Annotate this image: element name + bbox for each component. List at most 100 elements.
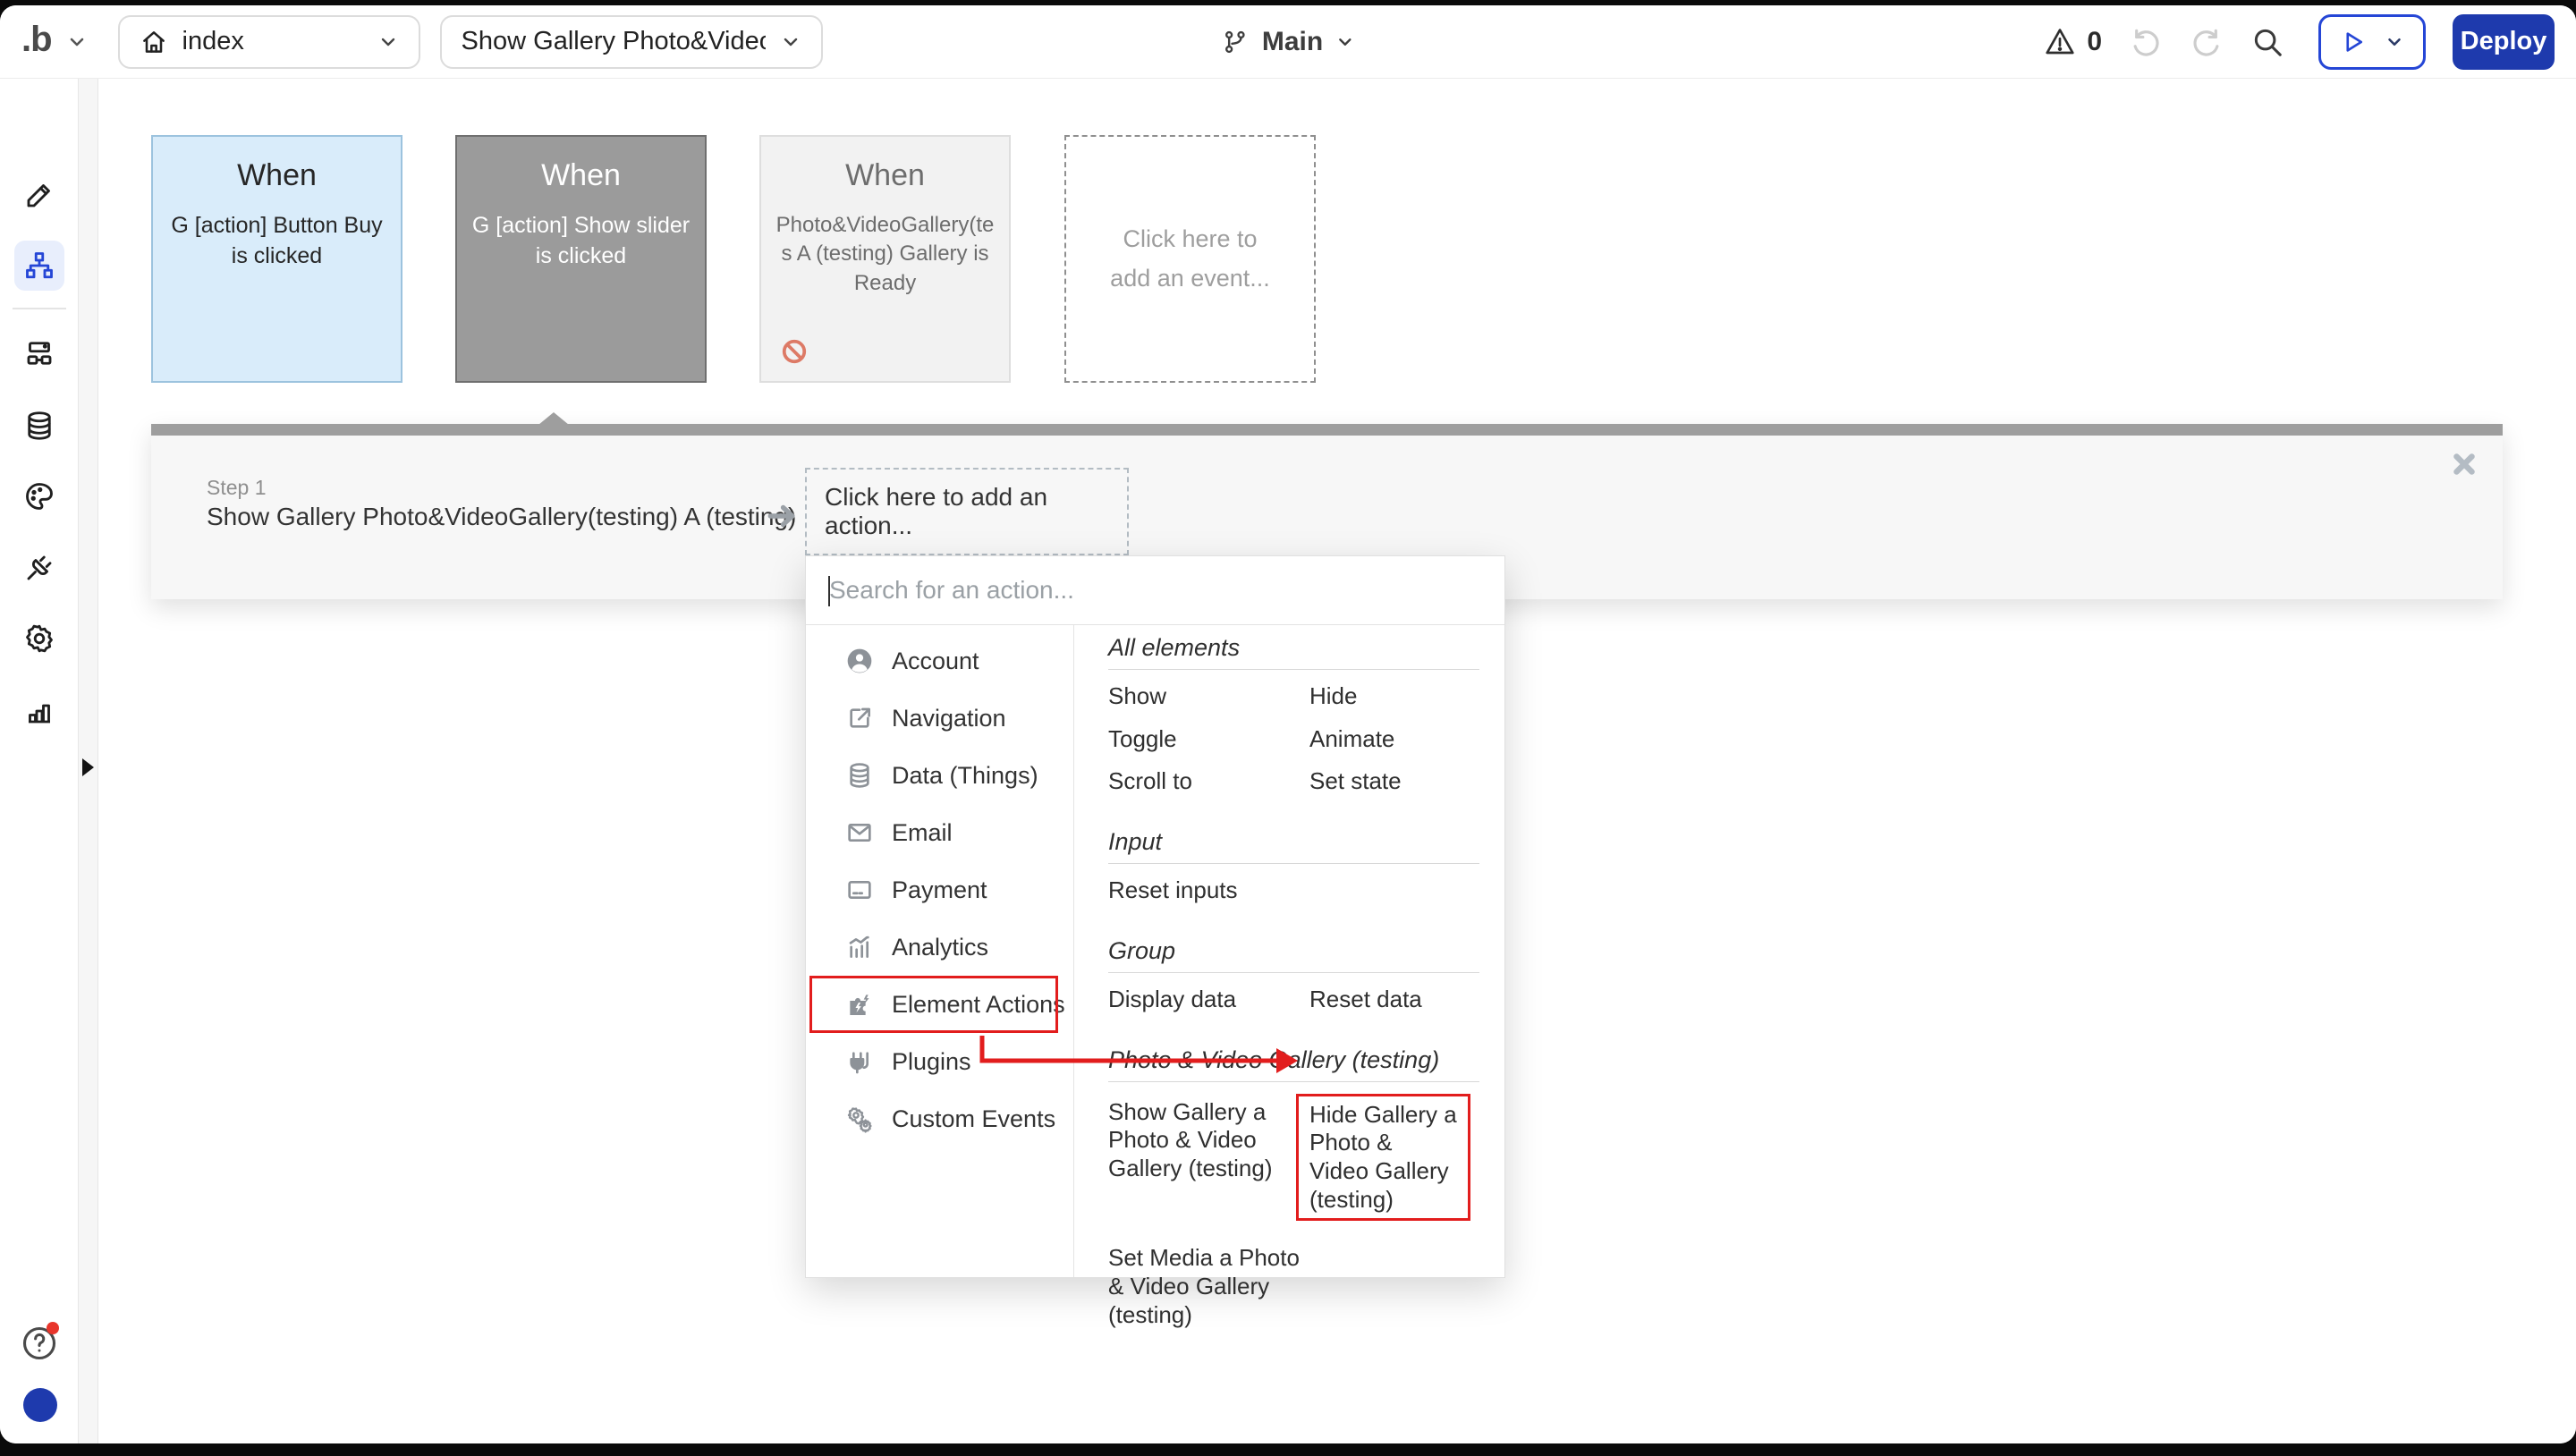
undo-icon — [2129, 25, 2163, 59]
add-event-placeholder: Click here to add an event... — [1077, 220, 1303, 297]
navigation-icon — [845, 704, 874, 732]
expand-panel-handle[interactable] — [82, 758, 94, 776]
event-subtitle: G [action] Show slider is clicked — [468, 211, 694, 272]
action-picker-dropdown: Account Navigation Data (Things) Em — [805, 555, 1505, 1278]
action-show[interactable]: Show — [1108, 675, 1309, 718]
action-toggle[interactable]: Toggle — [1108, 718, 1309, 761]
workflow-icon — [23, 250, 55, 282]
database-icon — [23, 410, 55, 442]
undo-button[interactable] — [2129, 25, 2163, 59]
sidebar-item-design[interactable] — [14, 170, 64, 220]
event-title: When — [772, 158, 998, 193]
action-hide[interactable]: Hide — [1309, 675, 1479, 718]
category-email[interactable]: Email — [806, 804, 1073, 861]
category-navigation[interactable]: Navigation — [806, 690, 1073, 747]
sidebar-item-plugins[interactable] — [14, 543, 64, 593]
category-label: Analytics — [892, 934, 988, 961]
action-scroll-to[interactable]: Scroll to — [1108, 760, 1309, 803]
bubble-logo-menu[interactable]: .b — [21, 21, 88, 63]
chevron-down-icon — [377, 31, 399, 53]
action-set-state[interactable]: Set state — [1309, 760, 1479, 803]
category-label: Navigation — [892, 705, 1006, 732]
step-title: Show Gallery Photo&VideoGallery(testing)… — [207, 503, 796, 531]
user-avatar[interactable] — [23, 1388, 57, 1422]
redo-icon — [2190, 25, 2224, 59]
category-data-things[interactable]: Data (Things) — [806, 747, 1073, 804]
sidebar-item-logs[interactable] — [14, 686, 64, 736]
event-title: When — [164, 158, 390, 193]
event-subtitle: Photo&VideoGallery(tes A (testing) Galle… — [772, 211, 998, 298]
page-selector-value: index — [182, 27, 363, 56]
sidebar-item-styles[interactable] — [14, 471, 64, 521]
database-icon — [845, 761, 874, 790]
bar-chart-icon — [23, 695, 55, 727]
issues-count: 0 — [2087, 27, 2102, 57]
action-reset-inputs[interactable]: Reset inputs — [1108, 869, 1309, 912]
category-account[interactable]: Account — [806, 632, 1073, 690]
action-display-data[interactable]: Display data — [1108, 978, 1309, 1021]
left-sidebar — [0, 79, 79, 1443]
sidebar-item-components[interactable] — [14, 328, 64, 378]
branch-icon — [1221, 28, 1250, 56]
section-header: All elements — [1108, 631, 1479, 670]
account-icon — [845, 647, 874, 675]
event-card[interactable]: When Photo&VideoGallery(tes A (testing) … — [759, 135, 1011, 383]
event-subtitle: G [action] Button Buy is clicked — [164, 211, 390, 272]
add-action-slot[interactable]: Click here to add an action... — [805, 468, 1129, 555]
gears-icon — [845, 1105, 874, 1133]
deploy-button[interactable]: Deploy — [2453, 14, 2555, 70]
category-plugins[interactable]: Plugins — [806, 1033, 1073, 1090]
action-show-gallery[interactable]: Show Gallery a Photo & Video Gallery (te… — [1108, 1091, 1309, 1229]
action-search-input[interactable] — [806, 556, 1504, 624]
category-analytics[interactable]: Analytics — [806, 918, 1073, 976]
page-selector[interactable]: index — [118, 15, 420, 69]
category-label: Account — [892, 648, 979, 675]
chevron-down-icon — [66, 31, 88, 53]
panel-pointer — [538, 412, 569, 425]
components-icon — [23, 337, 55, 369]
bubble-logo: .b — [21, 21, 52, 63]
category-label: Plugins — [892, 1048, 971, 1076]
prohibited-icon — [781, 338, 808, 365]
preview-button[interactable] — [2318, 14, 2426, 70]
add-action-placeholder: Click here to add an action... — [825, 483, 1127, 540]
section-header: Input — [1108, 825, 1479, 864]
sidebar-item-workflow[interactable] — [14, 241, 64, 291]
action-reset-data[interactable]: Reset data — [1309, 978, 1479, 1021]
action-hide-gallery[interactable]: Hide Gallery a Photo & Video Gallery (te… — [1309, 1091, 1479, 1229]
notification-dot — [47, 1322, 59, 1334]
redo-button[interactable] — [2190, 25, 2224, 59]
panel-top-bar — [151, 424, 2503, 436]
search-button[interactable] — [2250, 25, 2284, 59]
sidebar-item-settings[interactable] — [14, 614, 64, 664]
gear-icon — [23, 622, 55, 655]
action-animate[interactable]: Animate — [1309, 718, 1479, 761]
category-payment[interactable]: Payment — [806, 861, 1073, 918]
plug-icon — [23, 552, 55, 584]
workflow-canvas: When G [action] Button Buy is clicked Wh… — [98, 79, 2576, 1443]
category-label: Element Actions — [892, 991, 1065, 1019]
category-custom-events[interactable]: Custom Events — [806, 1090, 1073, 1147]
event-card[interactable]: When G [action] Button Buy is clicked — [151, 135, 402, 383]
help-button[interactable] — [14, 1318, 64, 1368]
email-icon — [845, 818, 874, 847]
action-set-media[interactable]: Set Media a Photo & Video Gallery (testi… — [1108, 1237, 1309, 1336]
event-card-selected[interactable]: When G [action] Show slider is clicked — [455, 135, 707, 383]
home-icon — [140, 28, 168, 56]
plug-icon — [845, 1047, 874, 1076]
chevron-down-icon — [2385, 32, 2404, 52]
add-event-card[interactable]: Click here to add an event... — [1064, 135, 1316, 383]
branch-selector[interactable]: Main — [1221, 27, 1355, 57]
category-element-actions[interactable]: Element Actions — [806, 976, 1073, 1033]
sidebar-item-data[interactable] — [14, 401, 64, 451]
issues-indicator[interactable]: 0 — [2044, 26, 2102, 58]
arrow-right-icon — [765, 499, 799, 533]
close-panel-button[interactable] — [2449, 449, 2479, 479]
event-title: When — [468, 158, 694, 193]
section-header: Photo & Video Gallery (testing) — [1108, 1043, 1479, 1082]
analytics-icon — [845, 933, 874, 961]
panel-gutter — [79, 79, 98, 1443]
category-label: Data (Things) — [892, 762, 1038, 790]
play-icon — [2340, 29, 2367, 55]
workflow-event-selector[interactable]: Show Gallery Photo&Video... — [440, 15, 823, 69]
